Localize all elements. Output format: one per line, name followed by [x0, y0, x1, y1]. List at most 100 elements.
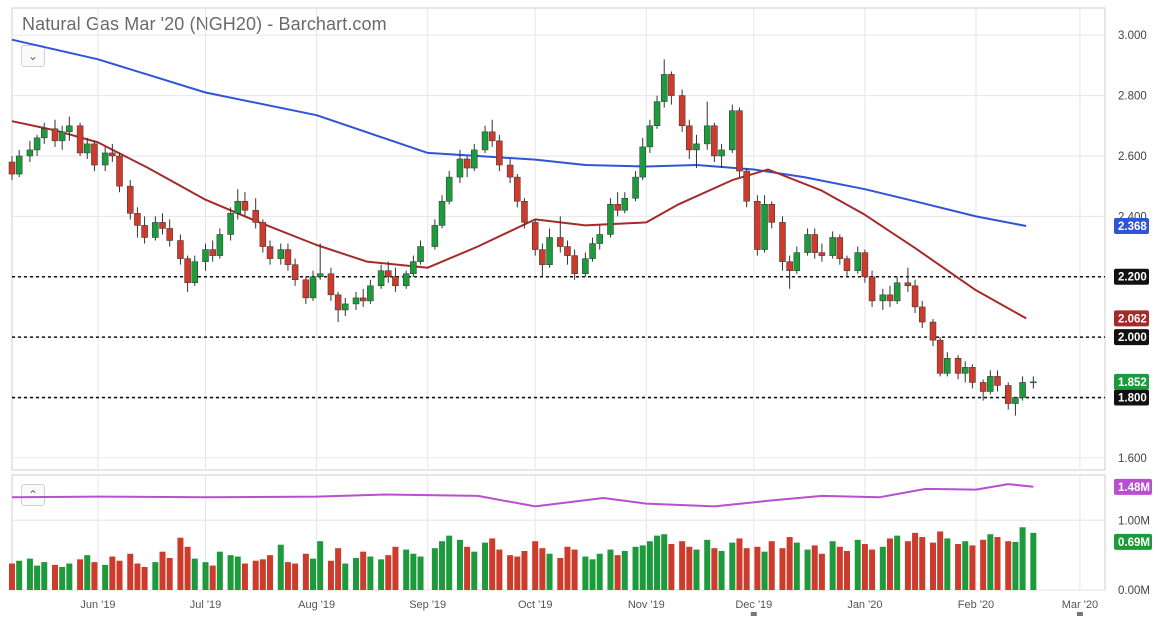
candle-body: [969, 367, 976, 383]
volume-bar: [912, 532, 919, 590]
candle-body: [1030, 381, 1037, 384]
candle-body: [929, 321, 937, 341]
volume-bar: [904, 541, 911, 590]
candle-body: [761, 204, 768, 250]
candle-body: [779, 222, 786, 262]
x-tick-label: Oct '19: [518, 599, 553, 611]
candle-body: [668, 74, 675, 96]
volume-bar: [793, 542, 800, 590]
volume-bar: [761, 551, 768, 590]
volume-bar: [639, 545, 646, 590]
candle-body: [26, 149, 34, 157]
volume-bar: [1005, 541, 1012, 590]
volume-bar: [754, 546, 761, 590]
candle-body: [456, 158, 464, 178]
candle-body: [352, 297, 360, 305]
volume-bar: [166, 557, 173, 590]
chart-widget: Natural Gas Mar '20 (NGH20) - Barchart.c…: [0, 0, 1158, 617]
candle-body: [334, 294, 342, 311]
x-tick-label: Mar '20: [1062, 599, 1098, 611]
candle-body: [291, 264, 299, 281]
volume-bar: [34, 565, 41, 590]
candle-body: [15, 155, 23, 175]
candle-body: [557, 237, 564, 247]
candle-body: [109, 152, 116, 157]
candle-body: [488, 131, 496, 142]
candle-body: [159, 222, 166, 229]
volume-bar: [937, 531, 944, 590]
candle-body: [116, 155, 123, 187]
volume-bar: [277, 544, 284, 590]
price-tick-label: 3.000: [1118, 30, 1147, 42]
volume-bar: [184, 546, 191, 590]
volume-bar: [134, 563, 141, 590]
volume-bar: [768, 541, 775, 590]
volume-bar: [804, 549, 811, 590]
candle-body: [8, 161, 16, 175]
candle-body: [736, 110, 743, 172]
volume-bar: [152, 562, 159, 590]
volume-bar: [811, 545, 818, 590]
volume-bar: [854, 539, 861, 590]
volume-bar: [241, 563, 248, 590]
volume-bar: [654, 535, 661, 590]
volume-tick-label: 1.00M: [1118, 515, 1150, 527]
volume-bar: [335, 548, 342, 590]
volume-bar: [16, 560, 23, 590]
candle-body: [241, 201, 249, 211]
volume-bar: [267, 555, 274, 590]
price-tick-label: 1.600: [1118, 453, 1147, 465]
volume-bar: [141, 567, 148, 590]
candle-body: [277, 249, 285, 259]
candle-body: [367, 285, 374, 302]
candle-body: [703, 125, 711, 145]
candle-body: [227, 213, 234, 235]
volume-bar: [392, 546, 399, 590]
candle-body: [539, 249, 546, 265]
candle-body: [84, 143, 91, 154]
x-tick-label: Jan '20: [847, 599, 882, 611]
volume-bar: [302, 553, 309, 590]
x-tick-label: Feb '20: [958, 599, 994, 611]
candle-body: [793, 252, 801, 271]
price-tick-label: 2.600: [1118, 151, 1147, 163]
candle-body: [266, 246, 274, 259]
candle-body: [58, 131, 66, 142]
volume-bar: [919, 537, 926, 590]
candle-body: [994, 376, 1001, 386]
x-tick-label: Nov '19: [628, 599, 665, 611]
volume-bar: [66, 563, 73, 590]
chart-canvas: Jun '19 Jul '19 Aug '19 Sep '19 Oct '19 Nov '…: [8, 7, 1152, 616]
volume-bar: [514, 556, 521, 590]
volume-bar: [410, 553, 417, 590]
candle-body: [854, 252, 861, 271]
candle-body: [496, 140, 503, 166]
volume-bar: [202, 562, 209, 590]
volume-bar: [507, 555, 514, 590]
candle-body: [1004, 385, 1012, 404]
volume-bar: [679, 541, 686, 590]
candle-body: [316, 273, 324, 277]
candle-body: [632, 176, 639, 199]
candle-body: [531, 222, 539, 250]
volume-bar: [1012, 541, 1019, 590]
volume-bar: [464, 546, 471, 590]
value-badge-label: 2.368: [1118, 221, 1147, 233]
volume-badge-label: 0.69M: [1118, 537, 1150, 549]
volume-bar: [209, 565, 216, 590]
candle-body: [342, 303, 349, 311]
level-badge-label: 1.800: [1118, 393, 1147, 405]
x-tick-label: Aug '19: [298, 599, 335, 611]
volume-bar: [378, 559, 385, 590]
volume-bar: [52, 564, 59, 590]
volume-bar: [589, 559, 596, 590]
candle-body: [445, 176, 453, 202]
candle-body: [410, 261, 417, 274]
candle-body: [589, 243, 596, 259]
volume-bar: [496, 549, 503, 590]
candle-body: [961, 367, 969, 374]
volume-bar: [327, 560, 334, 590]
candle-body: [76, 125, 84, 154]
x-tick-label: Sep '19: [409, 599, 446, 611]
candle-body: [718, 149, 725, 157]
